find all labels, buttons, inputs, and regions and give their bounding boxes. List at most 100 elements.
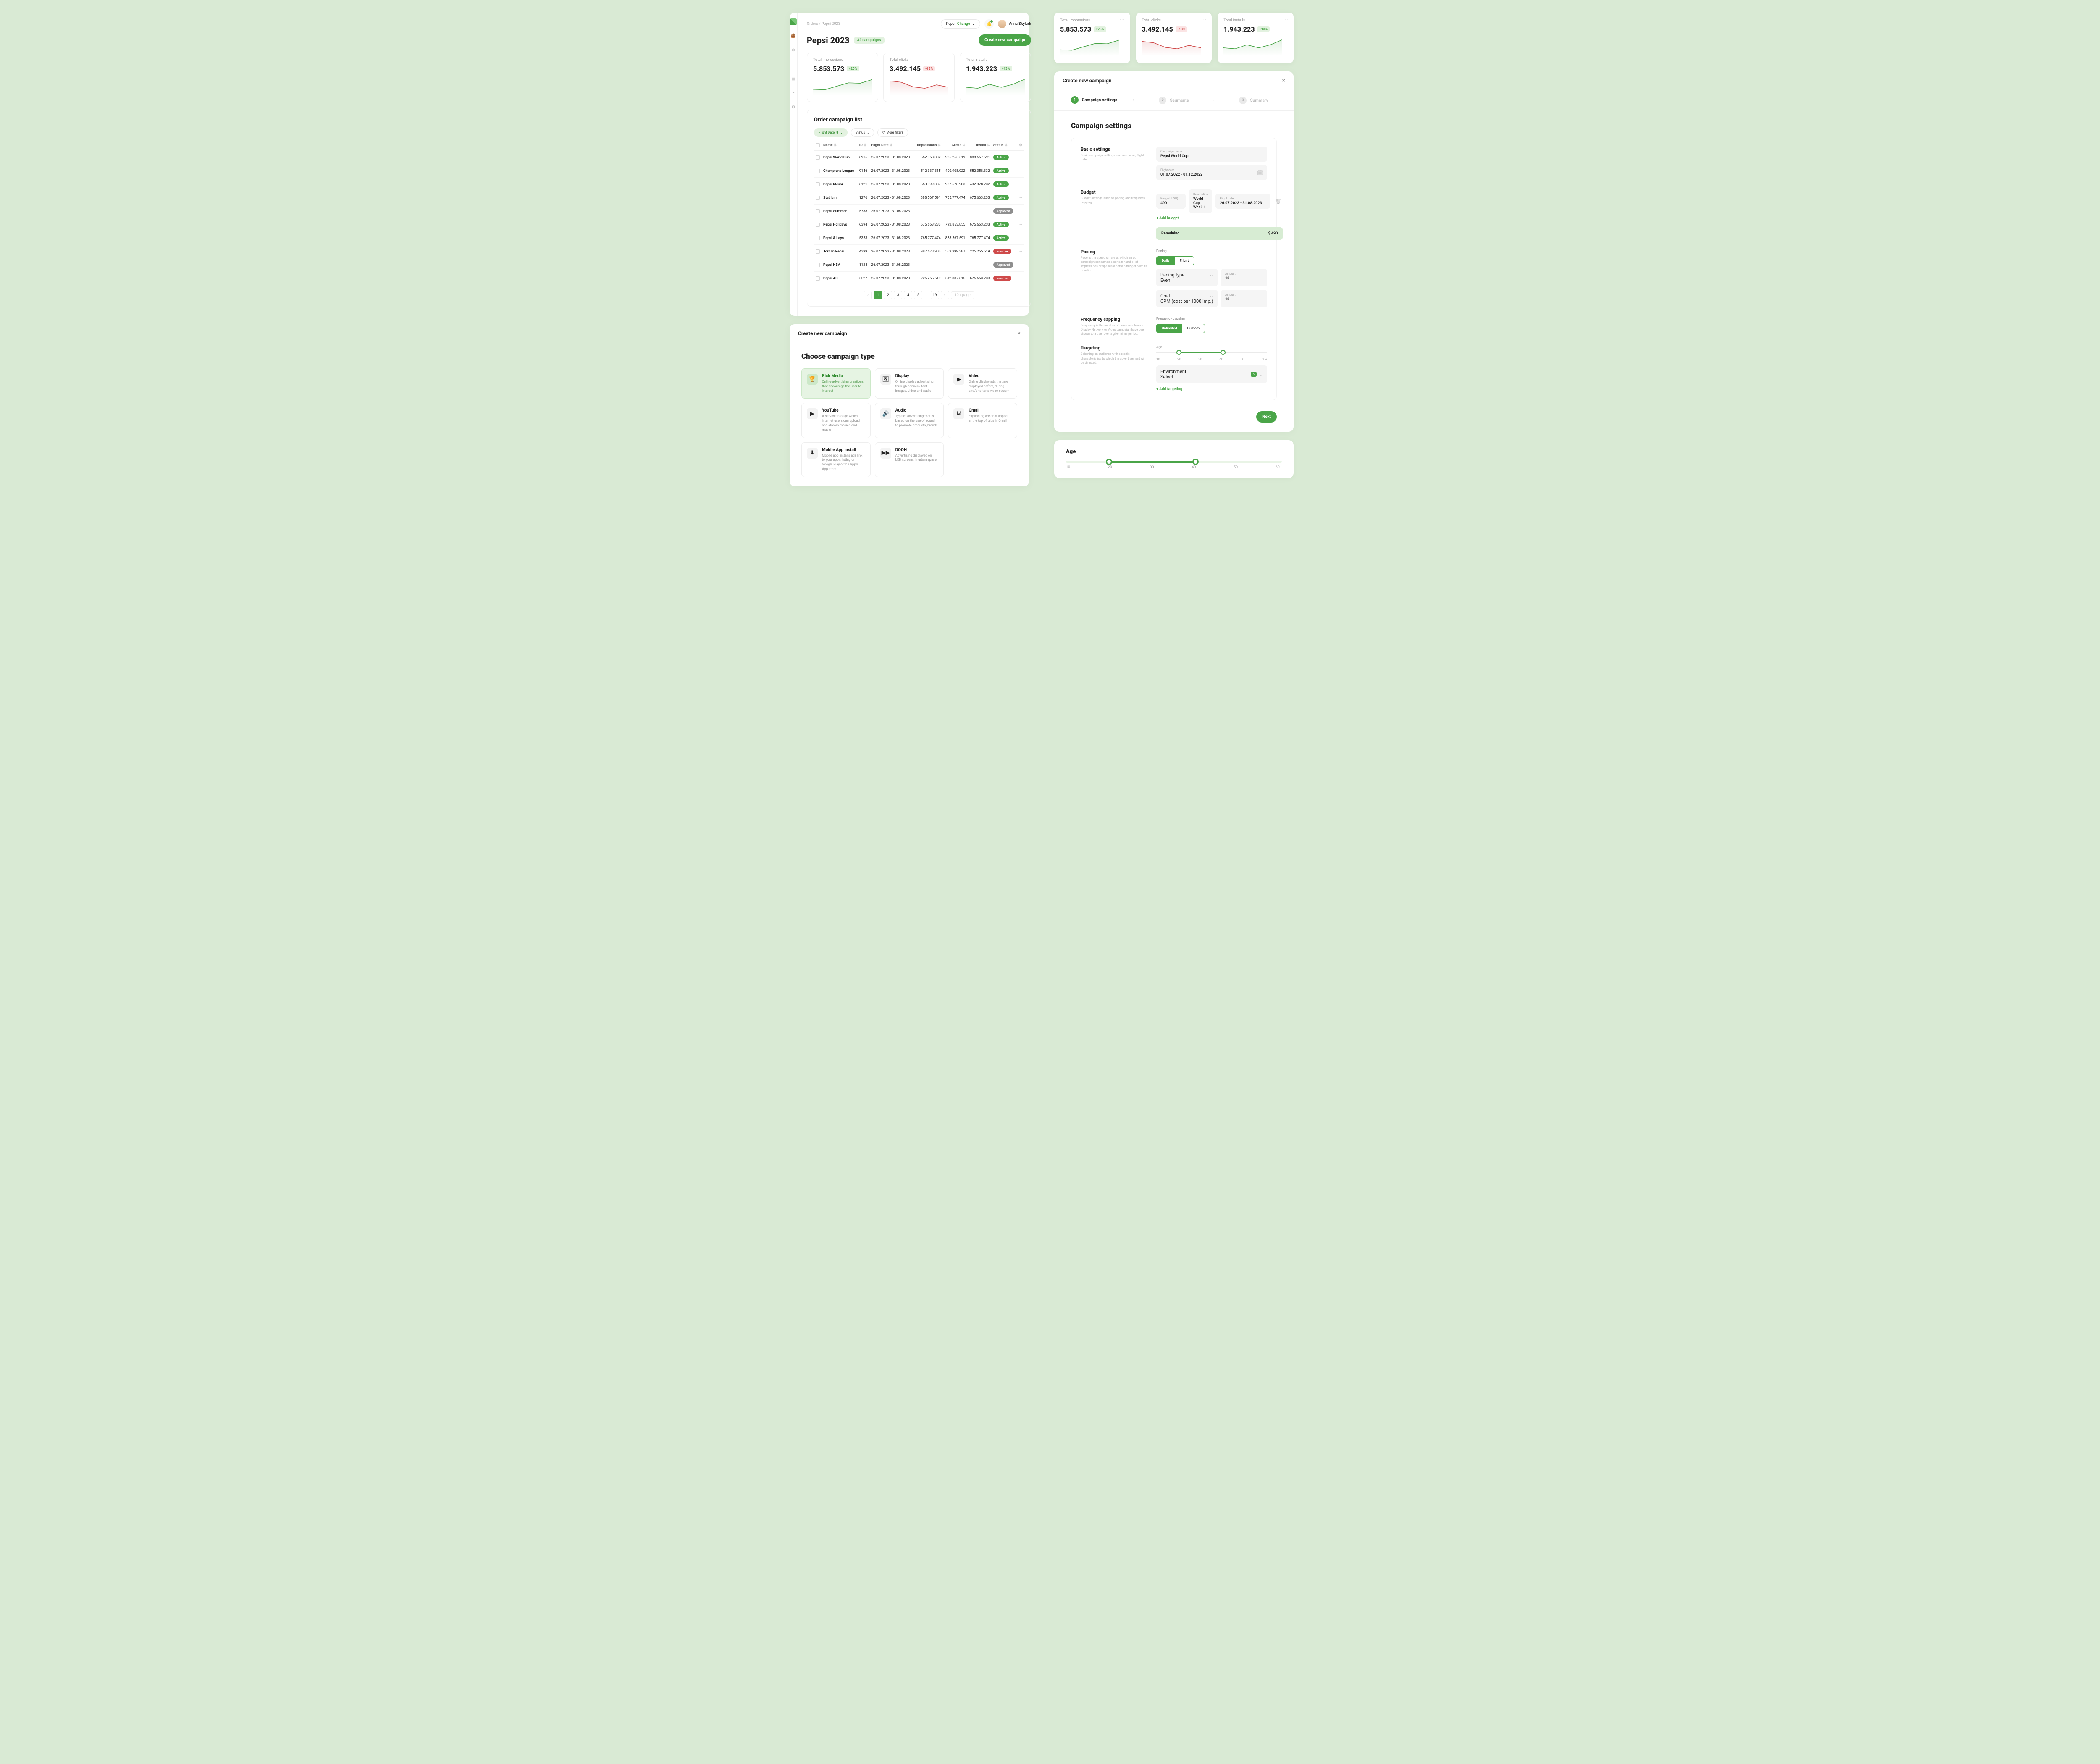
row-checkbox[interactable] <box>816 276 820 281</box>
environment-select[interactable]: EnvironmentSelect 5⌄ <box>1156 365 1267 383</box>
create-campaign-button[interactable]: Create new campaign <box>979 34 1031 46</box>
next-button[interactable]: Next <box>1256 411 1277 423</box>
col-header[interactable]: ID ⇅ <box>858 140 870 151</box>
row-menu-icon[interactable]: ⋯ <box>1016 205 1024 218</box>
table-row[interactable]: Pepsi World Cup 3915 26.07.2023 - 31.08.… <box>814 151 1024 164</box>
type-title: Video <box>969 374 1012 378</box>
col-header[interactable]: Name ⇅ <box>822 140 858 151</box>
row-checkbox[interactable] <box>816 236 820 240</box>
notification-bell-icon[interactable]: 🔔 <box>984 19 994 29</box>
campaign-type-card[interactable]: 🏆 Rich MediaOnline advertising creations… <box>801 368 871 399</box>
nav-pie-icon[interactable]: ◔ <box>790 89 797 97</box>
add-budget-link[interactable]: + Add budget <box>1156 216 1283 220</box>
filter-more[interactable]: ▽ More filters <box>877 128 908 137</box>
col-header[interactable]: Install ⇅ <box>967 140 992 151</box>
card-menu-icon[interactable]: ⋯ <box>867 57 873 63</box>
close-icon[interactable]: × <box>1018 330 1021 337</box>
nav-bag-icon[interactable]: 👜 <box>790 32 797 39</box>
page-number[interactable]: 4 <box>904 291 912 299</box>
type-icon: 🏆 <box>807 374 818 385</box>
col-header[interactable]: Flight Date ⇅ <box>869 140 914 151</box>
row-checkbox[interactable] <box>816 249 820 254</box>
card-menu-icon[interactable]: ⋯ <box>1201 17 1207 23</box>
row-menu-icon[interactable]: ⋯ <box>1016 272 1024 285</box>
filter-status[interactable]: Status ⌄ <box>851 128 874 137</box>
nav-clipboard-icon[interactable]: ▤ <box>790 75 797 82</box>
budget-input[interactable]: Budget (USD)490 <box>1156 194 1186 209</box>
card-menu-icon[interactable]: ⋯ <box>1120 17 1125 23</box>
pacing-toggle[interactable]: DailyFlight <box>1156 256 1194 265</box>
row-checkbox[interactable] <box>816 209 820 213</box>
card-menu-icon[interactable]: ⋯ <box>944 57 949 63</box>
row-menu-icon[interactable]: ⋯ <box>1016 245 1024 258</box>
campaign-type-card[interactable]: 🔊 AudioType of advertising that is based… <box>875 403 944 438</box>
nav-globe-icon[interactable]: ⊕ <box>790 46 797 54</box>
wizard-step[interactable]: 2Segments› <box>1134 90 1214 110</box>
row-checkbox[interactable] <box>816 169 820 173</box>
pacing-amount-input[interactable]: Amount10 <box>1221 269 1267 286</box>
row-menu-icon[interactable]: ⋯ <box>1016 151 1024 164</box>
select-all-checkbox[interactable] <box>816 143 820 147</box>
wizard-step[interactable]: 3Summary <box>1214 90 1294 110</box>
page-number[interactable]: 1 <box>874 291 882 299</box>
page-prev[interactable]: ‹ <box>864 291 872 299</box>
row-menu-icon[interactable]: ⋯ <box>1016 258 1024 272</box>
row-menu-icon[interactable]: ⋯ <box>1016 231 1024 245</box>
campaign-type-card[interactable]: ▶ YouTubeA service through which interne… <box>801 403 871 438</box>
page-size[interactable]: 10 / page <box>951 291 974 299</box>
frequency-toggle[interactable]: UnlimitedCustom <box>1156 324 1205 333</box>
row-checkbox[interactable] <box>816 155 820 160</box>
budget-desc-input[interactable]: DescriptionWorld Cup Week 1 <box>1189 189 1212 213</box>
flight-date-input[interactable]: Flight date01.07.2022 - 01.12.2022🗓 <box>1156 165 1267 180</box>
gear-icon[interactable]: ⚙ <box>1016 140 1024 151</box>
table-row[interactable]: Jordan Pepsi 4399 26.07.2023 - 31.08.202… <box>814 245 1024 258</box>
campaign-type-card[interactable]: 🖼 DisplayOnline display advertising thro… <box>875 368 944 399</box>
row-menu-icon[interactable]: ⋯ <box>1016 218 1024 231</box>
row-menu-icon[interactable]: ⋯ <box>1016 164 1024 178</box>
row-menu-icon[interactable]: ⋯ <box>1016 191 1024 205</box>
table-row[interactable]: Pepsi Summer 5738 26.07.2023 - 31.08.202… <box>814 205 1024 218</box>
table-row[interactable]: Pepsi & Lays 5353 26.07.2023 - 31.08.202… <box>814 231 1024 245</box>
nav-box-icon[interactable]: ▢ <box>790 60 797 68</box>
page-next[interactable]: › <box>941 291 949 299</box>
campaign-type-card[interactable]: ⬇ Mobile App InstallMobile app installs … <box>801 442 871 477</box>
filter-flight-date[interactable]: Flight Date 8 ⌄ <box>814 128 848 137</box>
page-number[interactable]: 5 <box>914 291 922 299</box>
card-menu-icon[interactable]: ⋯ <box>1283 17 1289 23</box>
wizard-step[interactable]: 1Campaign settings› <box>1054 90 1134 110</box>
add-targeting-link[interactable]: + Add targeting <box>1156 387 1267 391</box>
col-header[interactable]: Status ⇅ <box>992 140 1016 151</box>
table-row[interactable]: Champions League 9146 26.07.2023 - 31.08… <box>814 164 1024 178</box>
table-row[interactable]: Stadium 1276 26.07.2023 - 31.08.2023 888… <box>814 191 1024 205</box>
nav-gear-icon[interactable]: ⚙ <box>790 103 797 111</box>
budget-flight-input[interactable]: Flight date26.07.2023 - 31.08.2023 <box>1215 194 1270 209</box>
campaign-type-card[interactable]: ▶▶ DOOHAdvertising displayed on LED scre… <box>875 442 944 477</box>
page-number[interactable]: 19 <box>931 291 939 299</box>
campaign-type-card[interactable]: ▶ VideoOnline display ads that are displ… <box>948 368 1017 399</box>
col-header[interactable]: Clicks ⇅ <box>942 140 967 151</box>
age-slider[interactable] <box>1066 461 1282 463</box>
table-row[interactable]: Pepsi Messi 6121 26.07.2023 - 31.08.2023… <box>814 178 1024 191</box>
campaign-type-card[interactable]: M GmailExpanding ads that appear at the … <box>948 403 1017 438</box>
page-number[interactable]: 2 <box>884 291 892 299</box>
brand-switcher[interactable]: Pepsi Change ⌄ <box>941 19 981 29</box>
table-row[interactable]: Pepsi Holidays 6394 26.07.2023 - 31.08.2… <box>814 218 1024 231</box>
table-row[interactable]: Pepsi NBA 1125 26.07.2023 - 31.08.2023 -… <box>814 258 1024 272</box>
table-row[interactable]: Pepsi AD 5527 26.07.2023 - 31.08.2023 22… <box>814 272 1024 285</box>
trash-icon[interactable]: 🗑 <box>1273 199 1283 204</box>
row-checkbox[interactable] <box>816 182 820 186</box>
col-header[interactable]: Impressions ⇅ <box>914 140 942 151</box>
row-menu-icon[interactable]: ⋯ <box>1016 178 1024 191</box>
age-slider[interactable] <box>1156 352 1267 353</box>
page-number[interactable]: 3 <box>894 291 902 299</box>
row-checkbox[interactable] <box>816 223 820 227</box>
goal-select[interactable]: GoalCPM (cost per 1000 imp.) <box>1156 290 1218 307</box>
row-checkbox[interactable] <box>816 263 820 267</box>
card-menu-icon[interactable]: ⋯ <box>1020 57 1026 63</box>
user-menu[interactable]: Anna Skylark <box>998 20 1031 28</box>
close-icon[interactable]: × <box>1282 77 1285 84</box>
campaign-name-input[interactable]: Campaign namePepsi World Cup <box>1156 147 1267 162</box>
goal-amount-input[interactable]: Amount10 <box>1221 290 1267 307</box>
pacing-type-select[interactable]: Pacing typeEven <box>1156 269 1218 286</box>
row-checkbox[interactable] <box>816 196 820 200</box>
